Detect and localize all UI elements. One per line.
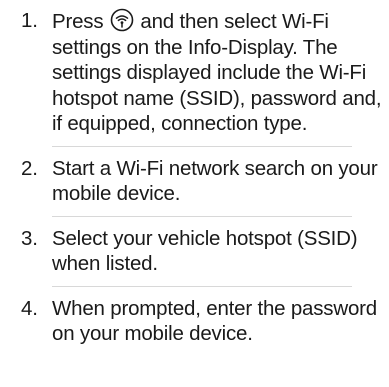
step-1: 1. Press and then select Wi-Fi settings … bbox=[0, 0, 389, 137]
step-number: 4. bbox=[21, 296, 38, 320]
step-text: Start a Wi-Fi network search on your mob… bbox=[52, 156, 378, 206]
wifi-hotspot-icon bbox=[110, 8, 134, 32]
step-number: 3. bbox=[21, 226, 38, 250]
instruction-list: 1. Press and then select Wi-Fi settings … bbox=[0, 0, 389, 347]
step-2: 2. Start a Wi-Fi network search on your … bbox=[0, 156, 389, 207]
step-number: 2. bbox=[21, 156, 38, 180]
step-number: 1. bbox=[21, 9, 38, 32]
divider bbox=[52, 285, 352, 287]
step-text: Select your vehicle hotspot (SSID) when … bbox=[52, 226, 358, 276]
step-3: 3. Select your vehicle hotspot (SSID) wh… bbox=[0, 226, 389, 277]
step-4: 4. When prompted, enter the password on … bbox=[0, 296, 389, 347]
step-text: When prompted, enter the password on you… bbox=[52, 296, 377, 346]
divider bbox=[52, 145, 352, 147]
step-text-before-icon: Press bbox=[52, 10, 104, 33]
divider bbox=[52, 215, 352, 217]
